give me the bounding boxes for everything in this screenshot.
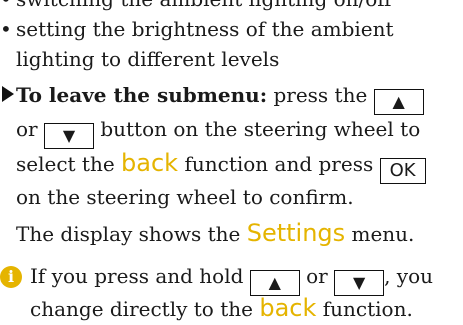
bullet-item: • setting the brightness of the ambient [0, 14, 394, 44]
step-line-1: To leave the submenu: press the ▲ [16, 80, 424, 115]
back-function-label: back [121, 149, 179, 177]
note-line-2: change directly to the back function. [30, 294, 413, 322]
step-lead: To leave the submenu: [16, 83, 268, 107]
step-arrow-icon [2, 86, 14, 102]
up-arrow-key-icon: ▲ [373, 89, 424, 115]
ok-key-icon: OK [379, 158, 426, 184]
bullet-text: lighting to different levels [16, 47, 280, 71]
bullet-dot: • [0, 0, 16, 14]
down-arrow-key-icon: ▼ [43, 123, 94, 149]
settings-menu-label: Settings [246, 219, 346, 247]
step-line-3: select the back function and press OK [16, 148, 426, 184]
step-line-4: on the steering wheel to confirm. [16, 185, 354, 209]
bullet-text: setting the brightness of the ambient [16, 17, 394, 41]
bullet-text: switching the ambient lighting on/off [16, 0, 392, 11]
bullet-continuation: lighting to different levels [16, 44, 279, 74]
bullet-dot: • [0, 17, 12, 41]
step-line-2: or ▼ button on the steering wheel to [16, 114, 420, 149]
back-function-label: back [259, 294, 317, 322]
bullet-item: •switching the ambient lighting on/off [0, 0, 392, 14]
note-line-1: If you press and hold ▲ or ▼, you [30, 261, 433, 296]
display-line: The display shows the Settings menu. [16, 219, 415, 247]
info-icon: i [0, 266, 22, 288]
